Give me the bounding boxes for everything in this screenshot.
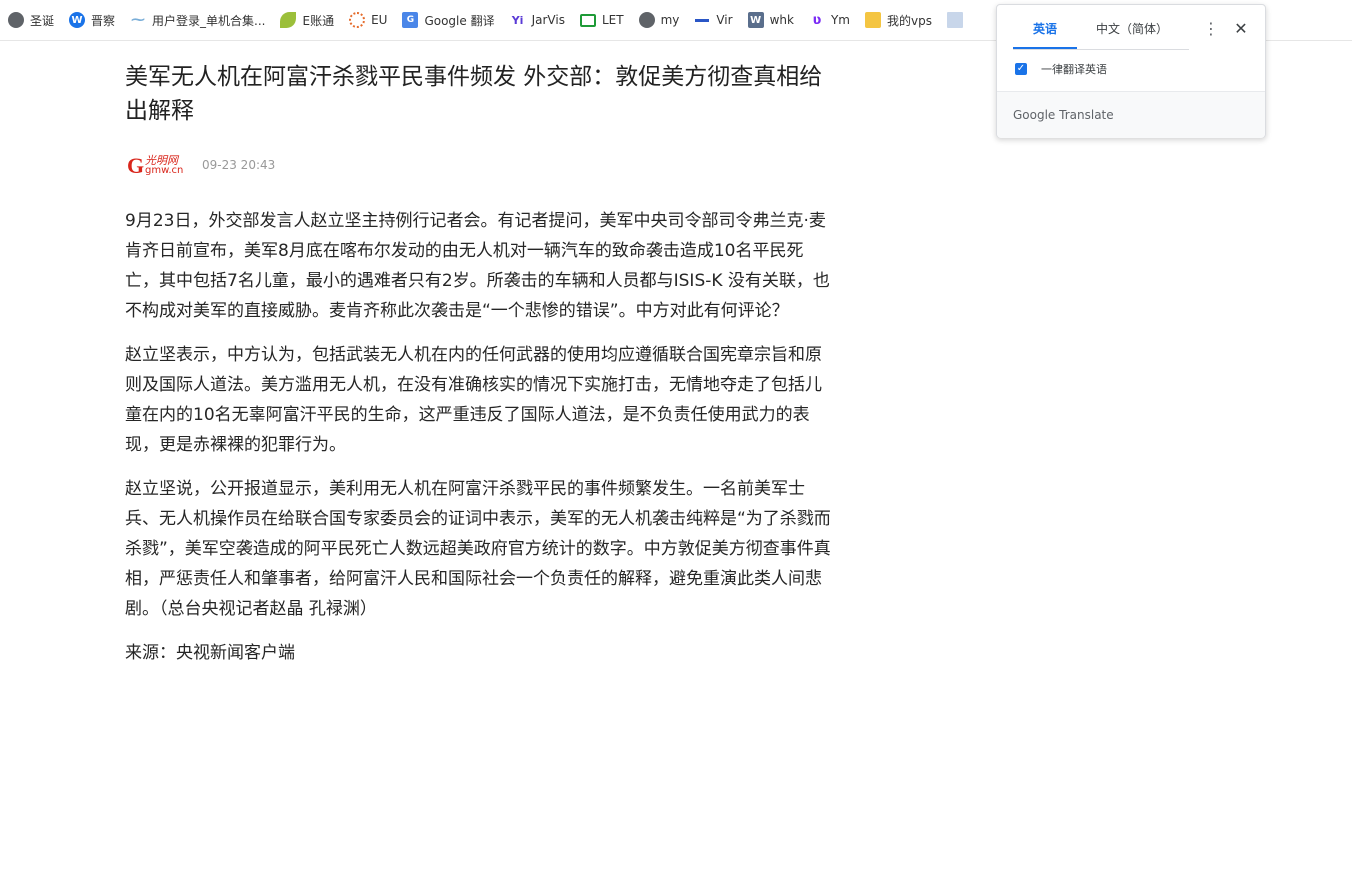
monitor-icon xyxy=(579,13,596,27)
close-icon[interactable]: ✕ xyxy=(1233,19,1249,39)
dash-icon: ⁓ xyxy=(131,12,146,28)
globe-icon xyxy=(8,12,24,28)
document-icon xyxy=(946,12,963,28)
always-translate-checkbox[interactable]: ✓ xyxy=(1015,63,1027,75)
article-paragraph: 赵立坚说，公开报道显示，美利用无人机在阿富汗杀戮平民的事件频繁发生。一名前美军士… xyxy=(125,479,831,619)
google-translate-icon: G xyxy=(402,12,419,28)
bookmark-1[interactable]: 圣诞 xyxy=(0,6,61,34)
bookmark-label: 晋察 xyxy=(91,13,116,28)
ym-icon: ʋ xyxy=(812,12,822,28)
logo-g-mark: G xyxy=(127,153,145,178)
bookmark-13[interactable]: 我的vps xyxy=(857,6,939,34)
bookmark-4[interactable]: E账通 xyxy=(272,6,341,34)
article-body: 9月23日，外交部发言人赵立坚主持例行记者会。有记者提问，美军中央司令部司令弗兰… xyxy=(125,206,833,668)
bookmark-3[interactable]: ⁓ 用户登录_单机合集... xyxy=(122,6,272,34)
bookmark-label: Google 翻译 xyxy=(424,13,495,28)
bars-icon xyxy=(694,12,710,28)
bookmark-label: LET xyxy=(601,13,624,27)
language-tabs: 英语 中文（简体） xyxy=(1013,17,1189,50)
translate-footer: Google Translate xyxy=(997,91,1265,138)
google-translate-brand: Google Translate xyxy=(1013,108,1114,122)
bookmark-10[interactable]: Vir xyxy=(686,6,739,34)
article: 美军无人机在阿富汗杀戮平民事件频发 外交部：敦促美方彻查真相给出解释 G 光明网… xyxy=(125,60,833,682)
bookmark-7[interactable]: Yi JarVis xyxy=(502,6,572,34)
tab-chinese-simplified[interactable]: 中文（简体） xyxy=(1077,17,1187,49)
bookmark-9[interactable]: my xyxy=(631,6,687,34)
bookmark-14[interactable] xyxy=(939,6,976,34)
article-source: 来源：央视新闻客户端 xyxy=(125,643,295,663)
article-meta: G 光明网 gmw.cn 09-23 20:43 xyxy=(125,150,833,180)
gmw-logo[interactable]: G 光明网 gmw.cn xyxy=(125,150,191,180)
article-paragraph: 9月23日，外交部发言人赵立坚主持例行记者会。有记者提问，美军中央司令部司令弗兰… xyxy=(125,211,830,321)
leaf-icon xyxy=(280,12,297,28)
folder-icon xyxy=(864,12,881,28)
bookmark-label: 我的vps xyxy=(886,13,932,28)
bookmark-label: Ym xyxy=(830,13,850,27)
bookmark-6[interactable]: G Google 翻译 xyxy=(394,6,501,34)
bookmark-label: JarVis xyxy=(531,13,565,27)
bookmark-label: EU xyxy=(371,13,388,27)
more-vert-icon[interactable]: ⋮ xyxy=(1203,19,1219,39)
yiji-icon: Yi xyxy=(511,13,524,27)
publish-date: 09-23 20:43 xyxy=(202,158,276,172)
bookmark-2[interactable]: W 晋察 xyxy=(61,6,122,34)
article-paragraph: 赵立坚表示，中方认为，包括武装无人机在内的任何武器的使用均应遵循联合国宪章宗旨和… xyxy=(125,345,822,455)
bookmark-11[interactable]: Wwhk xyxy=(740,6,801,34)
ring-icon xyxy=(349,12,366,28)
globe-icon xyxy=(638,12,655,28)
brand-product: Translate xyxy=(1059,108,1114,122)
w-icon: W xyxy=(69,12,86,28)
bookmark-label: Vir xyxy=(716,13,733,27)
w-square-icon: W xyxy=(747,12,764,28)
bookmark-label: 圣诞 xyxy=(30,13,55,28)
bookmark-label: my xyxy=(660,13,680,27)
bookmark-5[interactable]: EU xyxy=(341,6,394,34)
always-translate-row: ✓ 一律翻译英语 xyxy=(1015,61,1107,77)
translate-popup: 英语 中文（简体） ⋮ ✕ ✓ 一律翻译英语 Google Translate xyxy=(996,4,1266,138)
always-translate-label: 一律翻译英语 xyxy=(1041,63,1107,76)
brand-google: Google xyxy=(1013,108,1056,122)
tab-english[interactable]: 英语 xyxy=(1013,17,1077,49)
bookmark-12[interactable]: ʋ Ym xyxy=(801,6,857,34)
bookmark-label: E账通 xyxy=(302,13,335,28)
article-title: 美军无人机在阿富汗杀戮平民事件频发 外交部：敦促美方彻查真相给出解释 xyxy=(125,64,823,124)
bookmark-8[interactable]: LET xyxy=(572,6,631,34)
logo-domain-text: gmw.cn xyxy=(145,165,184,176)
bookmark-label: 用户登录_单机合集... xyxy=(152,13,266,28)
bookmark-label: whk xyxy=(769,13,794,27)
